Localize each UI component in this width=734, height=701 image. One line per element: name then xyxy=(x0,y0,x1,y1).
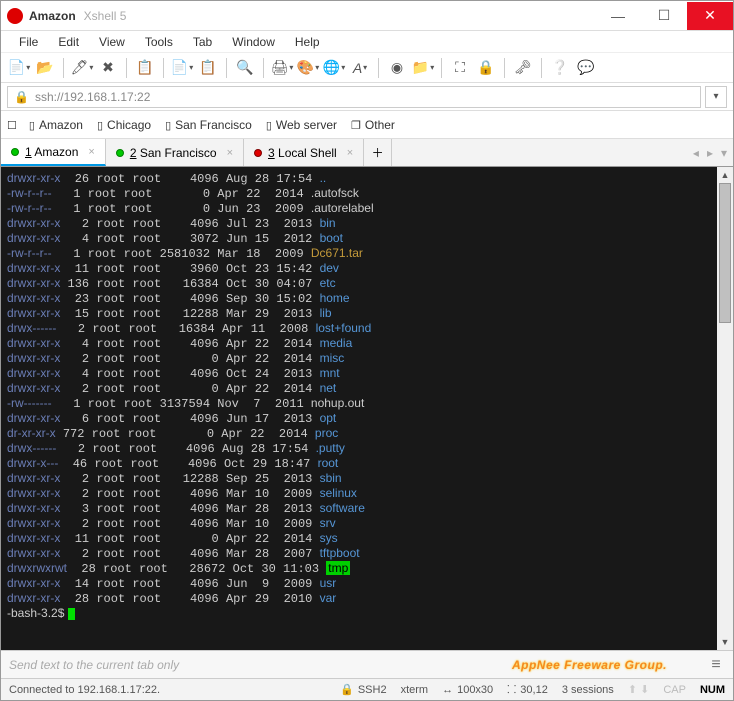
watermark: AppNee Freeware Group. xyxy=(512,658,667,672)
font-button[interactable]: A xyxy=(348,56,372,80)
bookmark-label: Web server xyxy=(276,118,337,132)
tab-close-button[interactable]: × xyxy=(227,147,233,159)
properties-button[interactable]: 📋 xyxy=(133,56,157,80)
terminal[interactable]: drwxr-xr-x 26 root root 4096 Aug 28 17:5… xyxy=(1,167,717,650)
tab-next-button[interactable]: ▸ xyxy=(707,146,713,160)
host-key-button[interactable]: 🗝 xyxy=(511,56,535,80)
color-scheme-button[interactable]: 🎨 xyxy=(296,56,320,80)
bookmark-add-icon xyxy=(7,118,17,132)
lock-icon: 🔒 xyxy=(14,90,29,104)
paste-button[interactable]: 📋 xyxy=(196,56,220,80)
open-button[interactable]: 📂 xyxy=(33,56,57,80)
scrollbar[interactable]: ▲ ▼ xyxy=(717,167,733,650)
menu-bar: FileEditViewToolsTabWindowHelp xyxy=(1,31,733,53)
add-bookmark-button[interactable] xyxy=(7,118,17,132)
toolbar: 📄 📂 🖊 ✖ 📋 📄 📋 🔍 🖨 🎨 🌐 A ◉ 📁 ⛶ 🔒 🗝 ❔ 💬 xyxy=(1,53,733,83)
tab-label: 3 Local Shell xyxy=(268,146,337,160)
address-input[interactable]: 🔒 ssh://192.168.1.17:22 xyxy=(7,86,701,108)
xagent-button[interactable]: ◉ xyxy=(385,56,409,80)
status-cap: CAP xyxy=(663,684,686,696)
new-tab-button[interactable]: ＋ xyxy=(364,139,392,166)
tab-nav: ◂ ▸ ▾ xyxy=(687,139,733,166)
tab-close-button[interactable]: × xyxy=(347,147,353,159)
resize-icon: ↔ xyxy=(442,684,453,696)
address-go-button[interactable]: ▾ xyxy=(705,86,727,108)
close-button[interactable]: ✕ xyxy=(687,2,733,30)
bookmark-amazon[interactable]: Amazon xyxy=(29,118,83,132)
reconnect-button[interactable]: 🖊 xyxy=(70,56,94,80)
menu-file[interactable]: File xyxy=(11,33,46,51)
status-connection: Connected to 192.168.1.17:22. xyxy=(9,684,160,696)
help-button[interactable]: ❔ xyxy=(548,56,572,80)
status-sessions: 3 sessions xyxy=(562,684,614,696)
bookmark-icon xyxy=(29,118,35,132)
menu-window[interactable]: Window xyxy=(224,33,283,51)
tab-1-amazon[interactable]: 1 Amazon × xyxy=(1,139,106,166)
address-text: ssh://192.168.1.17:22 xyxy=(35,90,150,104)
tab-prev-button[interactable]: ◂ xyxy=(693,146,699,160)
status-cursor: ⸬30,12 xyxy=(507,682,548,697)
scroll-down-button[interactable]: ▼ xyxy=(717,634,733,650)
compose-menu-button[interactable]: ≡ xyxy=(707,656,725,674)
feedback-button[interactable]: 💬 xyxy=(574,56,598,80)
bookmark-icon xyxy=(165,118,171,132)
compose-input[interactable]: Send text to the current tab only xyxy=(9,658,512,672)
bookmark-label: Other xyxy=(365,118,395,132)
lock-button[interactable]: 🔒 xyxy=(474,56,498,80)
status-dot-icon xyxy=(254,149,262,157)
menu-help[interactable]: Help xyxy=(287,33,328,51)
encoding-button[interactable]: 🌐 xyxy=(322,56,346,80)
bookmark-label: Chicago xyxy=(107,118,151,132)
maximize-button[interactable]: ☐ xyxy=(641,2,687,30)
status-dot-icon xyxy=(11,148,19,156)
menu-tab[interactable]: Tab xyxy=(185,33,220,51)
copy-button[interactable]: 📄 xyxy=(170,56,194,80)
compose-bar: Send text to the current tab only AppNee… xyxy=(1,650,733,678)
tab-label: 2 San Francisco xyxy=(130,146,217,160)
status-arrows: ⬆ ⬇ xyxy=(628,683,650,696)
bookmark-chicago[interactable]: Chicago xyxy=(97,118,151,132)
bookmark-label: Amazon xyxy=(39,118,83,132)
bookmark-label: San Francisco xyxy=(175,118,252,132)
tab-close-button[interactable]: × xyxy=(88,146,94,158)
menu-edit[interactable]: Edit xyxy=(50,33,87,51)
status-bar: Connected to 192.168.1.17:22. 🔒SSH2 xter… xyxy=(1,678,733,700)
disconnect-button[interactable]: ✖ xyxy=(96,56,120,80)
minimize-button[interactable]: — xyxy=(595,2,641,30)
status-protocol: 🔒SSH2 xyxy=(340,683,386,696)
title-sub: Xshell 5 xyxy=(84,9,127,23)
status-num: NUM xyxy=(700,684,725,696)
app-icon xyxy=(7,8,23,24)
tab-3-local-shell[interactable]: 3 Local Shell × xyxy=(244,139,364,166)
terminal-wrap: drwxr-xr-x 26 root root 4096 Aug 28 17:5… xyxy=(1,167,733,650)
title-bar: Amazon Xshell 5 — ☐ ✕ xyxy=(1,1,733,31)
tab-menu-button[interactable]: ▾ xyxy=(721,146,727,160)
bookmark-san-francisco[interactable]: San Francisco xyxy=(165,118,252,132)
title-main: Amazon xyxy=(29,9,76,23)
bookmark-icon xyxy=(266,118,272,132)
tab-label: 1 Amazon xyxy=(25,145,78,159)
menu-tools[interactable]: Tools xyxy=(137,33,181,51)
new-session-button[interactable]: 📄 xyxy=(7,56,31,80)
bookmark-other[interactable]: Other xyxy=(351,118,395,132)
bookmark-icon xyxy=(351,118,361,132)
address-bar: 🔒 ssh://192.168.1.17:22 ▾ xyxy=(1,83,733,111)
status-termtype: xterm xyxy=(401,684,429,696)
tab-bar: 1 Amazon×2 San Francisco×3 Local Shell× … xyxy=(1,139,733,167)
print-button[interactable]: 🖨 xyxy=(270,56,294,80)
bookmark-web-server[interactable]: Web server xyxy=(266,118,337,132)
bookmark-icon xyxy=(97,118,103,132)
fullscreen-button[interactable]: ⛶ xyxy=(448,56,472,80)
menu-view[interactable]: View xyxy=(91,33,133,51)
status-dot-icon xyxy=(116,149,124,157)
bookmark-bar: Amazon Chicago San Francisco Web server Othe… xyxy=(1,111,733,139)
scroll-up-button[interactable]: ▲ xyxy=(717,167,733,183)
scroll-thumb[interactable] xyxy=(719,183,731,323)
tab-2-san-francisco[interactable]: 2 San Francisco × xyxy=(106,139,244,166)
status-size: ↔100x30 xyxy=(442,684,493,696)
find-button[interactable]: 🔍 xyxy=(233,56,257,80)
xftp-button[interactable]: 📁 xyxy=(411,56,435,80)
lock-icon: 🔒 xyxy=(340,683,354,696)
cursor-icon: ⸬ xyxy=(507,682,516,697)
